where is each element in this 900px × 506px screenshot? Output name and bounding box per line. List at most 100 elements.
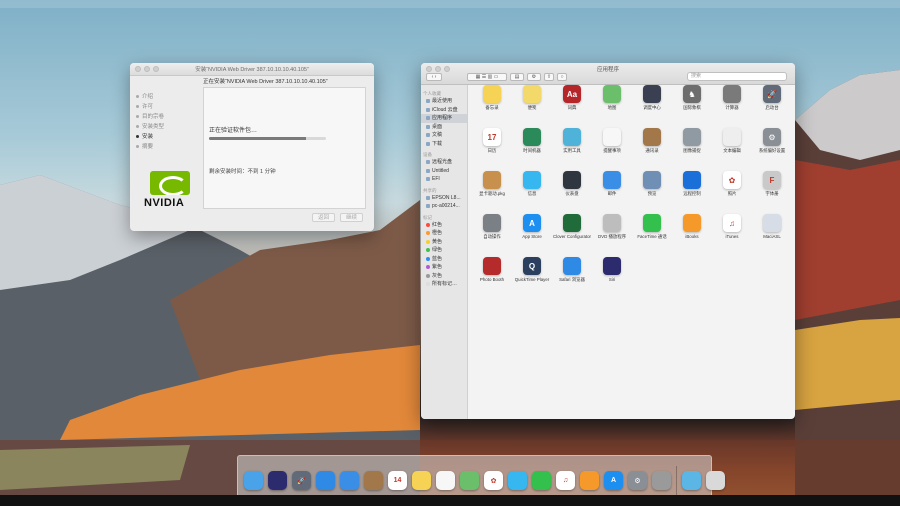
calendar-icon[interactable]: 14 xyxy=(388,471,407,490)
app-item[interactable]: 便笺 xyxy=(512,83,552,126)
app-item[interactable]: 显卡驱动.pkg xyxy=(472,169,512,212)
sidebar-item-shared[interactable]: EPSON L8... xyxy=(421,194,467,203)
app-label: 仪表盘 xyxy=(565,191,579,196)
sidebar-item-tag[interactable]: 所有标记… xyxy=(421,280,467,289)
app-item[interactable]: 🚀 启动台 xyxy=(752,83,792,126)
app-item[interactable]: DVD 播放程序 xyxy=(592,212,632,255)
sidebar-item-tag[interactable]: 灰色 xyxy=(421,272,467,281)
sidebar-item-tag[interactable]: 橙色 xyxy=(421,229,467,238)
launchpad-icon[interactable]: 🚀 xyxy=(292,471,311,490)
app-item[interactable]: 计算器 xyxy=(712,83,752,126)
maps-icon xyxy=(603,85,621,103)
ibooks-icon[interactable] xyxy=(580,471,599,490)
app-item[interactable]: ♞ 国际象棋 xyxy=(672,83,712,126)
sidebar-item-favorite[interactable]: 应用程序 xyxy=(421,114,467,123)
app-item[interactable]: 17 日历 xyxy=(472,126,512,169)
continue-button[interactable]: 继续 xyxy=(340,213,364,222)
app-item[interactable]: Siri xyxy=(592,255,632,298)
app-item[interactable]: Photo Booth xyxy=(472,255,512,298)
back-button[interactable]: 返回 xyxy=(312,213,336,222)
app-item[interactable]: 地图 xyxy=(592,83,632,126)
chess-icon: ♞ xyxy=(683,85,701,103)
app-item[interactable]: 提醒事项 xyxy=(592,126,632,169)
sidebar-item-icon xyxy=(426,160,430,165)
sidebar-item-favorite[interactable]: iCloud 云盘 xyxy=(421,106,467,115)
reminders-icon xyxy=(603,128,621,146)
app-item[interactable]: 备忘录 xyxy=(472,83,512,126)
safari-icon[interactable] xyxy=(316,471,335,490)
package-icon[interactable] xyxy=(652,471,671,490)
sidebar-item-favorite[interactable]: 下载 xyxy=(421,140,467,149)
sidebar-item-device[interactable]: EFI xyxy=(421,175,467,184)
notes-icon[interactable] xyxy=(412,471,431,490)
sidebar-item-tag[interactable]: 红色 xyxy=(421,221,467,230)
share-icon[interactable]: ⇪ xyxy=(544,73,554,81)
app-item[interactable]: 远程控制 xyxy=(672,169,712,212)
search-input[interactable]: 搜索 xyxy=(687,72,787,81)
app-item[interactable]: Aa 词典 xyxy=(552,83,592,126)
reminders-icon[interactable] xyxy=(436,471,455,490)
app-item[interactable]: 文本编辑 xyxy=(712,126,752,169)
app-item[interactable]: 实用工具 xyxy=(552,126,592,169)
app-label: 图像捕捉 xyxy=(683,148,701,153)
app-store-icon[interactable]: A xyxy=(604,471,623,490)
messages-icon[interactable] xyxy=(508,471,527,490)
arrange-button[interactable]: ▤ xyxy=(510,73,524,81)
maps-icon[interactable] xyxy=(460,471,479,490)
app-item[interactable]: Safari 浏览器 xyxy=(552,255,592,298)
mail-icon[interactable] xyxy=(340,471,359,490)
sidebar-item-tag[interactable]: 蓝色 xyxy=(421,255,467,264)
app-item[interactable]: MaciASL xyxy=(752,212,792,255)
sidebar-item-device[interactable]: 远程光盘 xyxy=(421,158,467,167)
sidebar-item-label: 文稿 xyxy=(432,132,443,138)
sidebar-item-tag[interactable]: 绿色 xyxy=(421,246,467,255)
system-preferences-icon[interactable]: ⚙ xyxy=(628,471,647,490)
app-item[interactable]: 调度中心 xyxy=(632,83,672,126)
app-item[interactable]: 邮件 xyxy=(592,169,632,212)
app-item[interactable]: FaceTime 通话 xyxy=(632,212,672,255)
sidebar-item-favorite[interactable]: 文稿 xyxy=(421,131,467,140)
installer-step: 摘要 xyxy=(136,141,196,151)
app-item[interactable]: 预览 xyxy=(632,169,672,212)
step-bullet-icon xyxy=(136,114,139,118)
finder-icon[interactable] xyxy=(244,471,263,490)
app-item[interactable]: 仪表盘 xyxy=(552,169,592,212)
sidebar-item-favorite[interactable]: 最近使用 xyxy=(421,97,467,106)
app-item[interactable]: Clover Configurator xyxy=(552,212,592,255)
app-item[interactable]: ♫ iTunes xyxy=(712,212,752,255)
downloads-folder-icon[interactable] xyxy=(682,471,701,490)
image-capture-icon xyxy=(683,128,701,146)
app-item[interactable]: F 字体册 xyxy=(752,169,792,212)
sidebar-item-tag[interactable]: 紫色 xyxy=(421,263,467,272)
facetime-icon[interactable] xyxy=(532,471,551,490)
sidebar-item-device[interactable]: Untitled xyxy=(421,167,467,176)
tag-dot-icon xyxy=(426,273,430,278)
app-item[interactable]: ✿ 照片 xyxy=(712,169,752,212)
app-label: 文本编辑 xyxy=(723,148,741,153)
installer-header: 正在安装“NVIDIA Web Driver 387.10.10.10.40.1… xyxy=(203,79,328,85)
app-item[interactable]: Q QuickTime Player xyxy=(512,255,552,298)
sidebar-item-icon xyxy=(426,141,430,146)
view-mode-buttons[interactable]: ▦ ☰ ▥ ▭ xyxy=(467,73,507,81)
app-item[interactable]: 信息 xyxy=(512,169,552,212)
siri-icon[interactable] xyxy=(268,471,287,490)
sidebar-item-favorite[interactable]: 桌面 xyxy=(421,123,467,132)
sidebar-item-shared[interactable]: pc-a00214... xyxy=(421,202,467,211)
app-item[interactable]: ⚙ 系统偏好设置 xyxy=(752,126,792,169)
app-item[interactable]: iBooks xyxy=(672,212,712,255)
app-item[interactable]: A App Store xyxy=(512,212,552,255)
app-label: 信息 xyxy=(527,191,537,196)
back-forward-buttons[interactable]: ‹ › xyxy=(426,73,442,81)
contacts-icon[interactable] xyxy=(364,471,383,490)
action-gear-icon[interactable]: ⚙ xyxy=(527,73,541,81)
app-item[interactable]: 通讯录 xyxy=(632,126,672,169)
app-item[interactable]: 自动操作 xyxy=(472,212,512,255)
app-item[interactable]: 时间机器 xyxy=(512,126,552,169)
installer-content-panel: 正在验证软件包… 剩余安装时间：不到 1 分钟 xyxy=(203,87,366,209)
trash-icon[interactable] xyxy=(706,471,725,490)
tag-icon[interactable]: ○ xyxy=(557,73,567,81)
photos-icon[interactable]: ✿ xyxy=(484,471,503,490)
itunes-icon[interactable]: ♫ xyxy=(556,471,575,490)
sidebar-item-tag[interactable]: 黄色 xyxy=(421,238,467,247)
app-item[interactable]: 图像捕捉 xyxy=(672,126,712,169)
